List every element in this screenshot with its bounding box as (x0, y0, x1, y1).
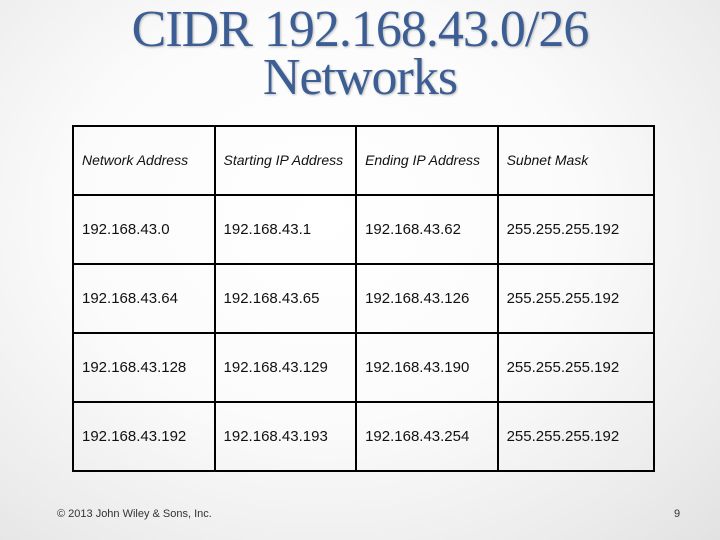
cell-network-address: 192.168.43.192 (72, 401, 216, 472)
slide-title-line-1: CIDR 192.168.43.0/26 (131, 1, 590, 58)
cell-subnet-mask: 255.255.255.192 (496, 194, 656, 265)
header-ending-ip: Ending IP Address (355, 125, 499, 196)
slide-title: CIDR 192.168.43.0/26 Networks (0, 1, 720, 106)
cell-ending-ip: 192.168.43.254 (355, 401, 499, 472)
cell-subnet-mask: 255.255.255.192 (496, 401, 656, 472)
cell-starting-ip: 192.168.43.193 (213, 401, 358, 472)
table-header-row: Network Address Starting IP Address Endi… (72, 125, 656, 196)
header-subnet-mask: Subnet Mask (496, 125, 656, 196)
cell-network-address: 192.168.43.128 (72, 332, 216, 403)
cell-ending-ip: 192.168.43.126 (355, 263, 499, 334)
header-network-address: Network Address (72, 125, 216, 196)
table-row: 192.168.43.128 192.168.43.129 192.168.43… (72, 332, 656, 403)
subnet-table: Network Address Starting IP Address Endi… (72, 125, 656, 472)
table-row: 192.168.43.64 192.168.43.65 192.168.43.1… (72, 263, 656, 334)
page-number: 9 (674, 508, 681, 520)
cell-starting-ip: 192.168.43.129 (213, 332, 358, 403)
copyright-footer: © 2013 John Wiley & Sons, Inc. (57, 508, 212, 520)
cell-subnet-mask: 255.255.255.192 (496, 263, 656, 334)
table-row: 192.168.43.192 192.168.43.193 192.168.43… (72, 401, 656, 472)
cell-ending-ip: 192.168.43.62 (355, 194, 499, 265)
cell-ending-ip: 192.168.43.190 (355, 332, 499, 403)
header-starting-ip: Starting IP Address (213, 125, 358, 196)
cell-subnet-mask: 255.255.255.192 (496, 332, 656, 403)
slide-title-line-2: Networks (262, 49, 458, 106)
cell-starting-ip: 192.168.43.1 (213, 194, 358, 265)
cell-network-address: 192.168.43.64 (72, 263, 216, 334)
cell-network-address: 192.168.43.0 (72, 194, 216, 265)
cell-starting-ip: 192.168.43.65 (213, 263, 358, 334)
table-row: 192.168.43.0 192.168.43.1 192.168.43.62 … (72, 194, 656, 265)
